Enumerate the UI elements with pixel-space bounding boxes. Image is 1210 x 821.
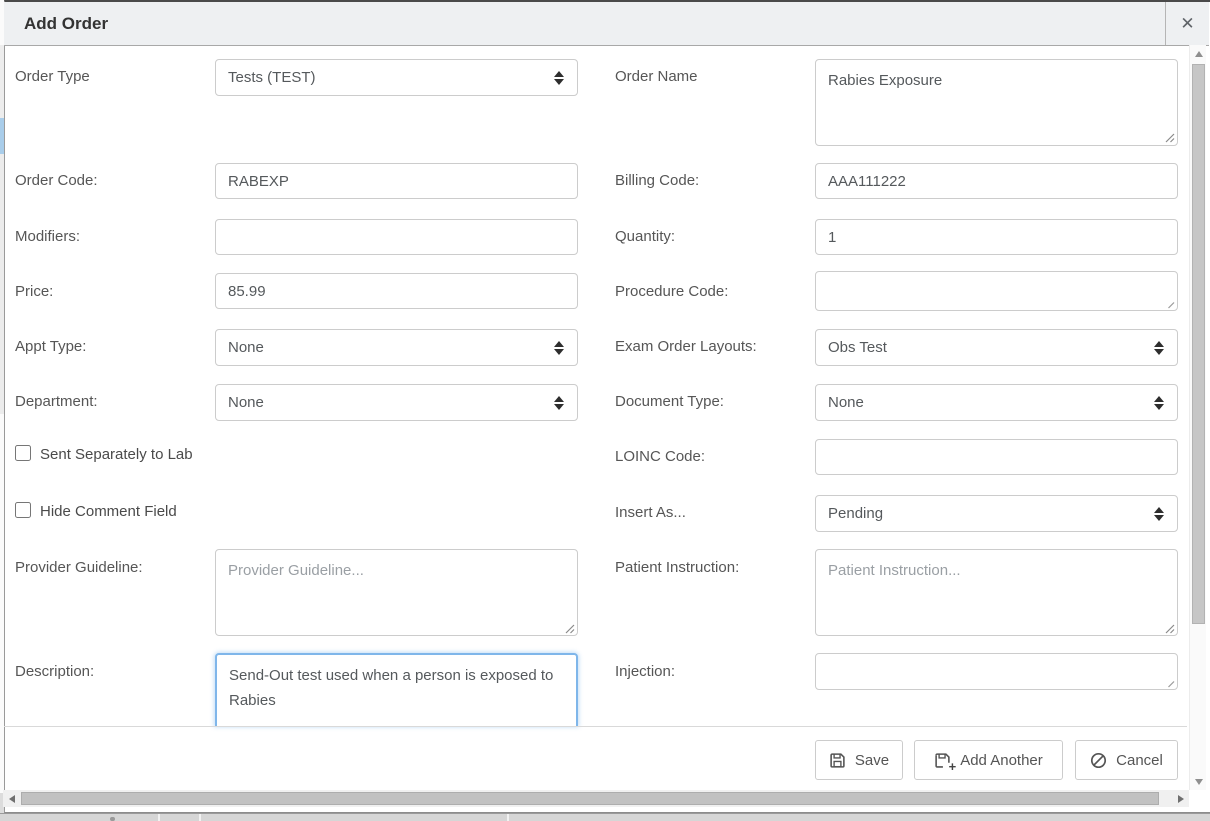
- hide-comment-label: Hide Comment Field: [40, 503, 177, 520]
- dialog-titlebar: Add Order ✕: [4, 2, 1209, 46]
- modifiers-input[interactable]: [215, 219, 578, 255]
- background-table-strip: [0, 813, 1210, 821]
- select-updown-icon: [554, 71, 564, 85]
- add-another-icon: +: [934, 752, 951, 769]
- exam-order-layouts-select[interactable]: Obs Test: [815, 329, 1178, 366]
- scroll-down-icon[interactable]: [1190, 773, 1207, 790]
- injection-label: Injection:: [615, 663, 675, 680]
- price-input[interactable]: [215, 273, 578, 309]
- order-code-label: Order Code:: [15, 172, 98, 189]
- exam-order-layouts-label: Exam Order Layouts:: [615, 338, 757, 355]
- plus-icon: +: [949, 760, 957, 773]
- scroll-up-icon[interactable]: [1190, 45, 1207, 62]
- document-type-select[interactable]: None: [815, 384, 1178, 421]
- order-type-value: Tests (TEST): [228, 69, 316, 86]
- billing-code-input[interactable]: [815, 163, 1178, 199]
- exam-order-layouts-value: Obs Test: [828, 339, 887, 356]
- order-name-textarea[interactable]: Rabies Exposure: [815, 59, 1178, 146]
- patient-instruction-textarea[interactable]: [815, 549, 1178, 636]
- quantity-label: Quantity:: [615, 228, 675, 245]
- billing-code-label: Billing Code:: [615, 172, 699, 189]
- modifiers-label: Modifiers:: [15, 228, 80, 245]
- loinc-code-input[interactable]: [815, 439, 1178, 475]
- footer-divider: [4, 726, 1187, 727]
- department-label: Department:: [15, 393, 98, 410]
- procedure-code-label: Procedure Code:: [615, 283, 728, 300]
- description-textarea[interactable]: Send-Out test used when a person is expo…: [215, 653, 578, 726]
- vertical-scrollbar-thumb[interactable]: [1192, 64, 1205, 624]
- sent-separately-label: Sent Separately to Lab: [40, 446, 193, 463]
- save-button[interactable]: Save: [815, 740, 903, 780]
- dialog-title: Add Order: [24, 2, 108, 45]
- table-glyph: [110, 817, 115, 821]
- injection-textarea[interactable]: [815, 653, 1178, 690]
- order-code-input[interactable]: [215, 163, 578, 199]
- order-type-label: Order Type: [15, 68, 90, 85]
- screen: Add Order ✕ Order Type Tests (TEST) Orde…: [0, 0, 1210, 821]
- add-another-button-label: Add Another: [960, 752, 1043, 769]
- cancel-button[interactable]: Cancel: [1075, 740, 1178, 780]
- cancel-button-label: Cancel: [1116, 752, 1163, 769]
- close-icon[interactable]: ✕: [1166, 2, 1209, 45]
- provider-guideline-label: Provider Guideline:: [15, 559, 143, 576]
- scroll-right-icon[interactable]: [1172, 790, 1189, 807]
- save-icon: [829, 752, 846, 769]
- add-another-button[interactable]: + Add Another: [914, 740, 1063, 780]
- department-select[interactable]: None: [215, 384, 578, 421]
- table-column-divider: [158, 814, 160, 821]
- appt-type-select[interactable]: None: [215, 329, 578, 366]
- select-updown-icon: [1154, 341, 1164, 355]
- document-type-label: Document Type:: [615, 393, 724, 410]
- provider-guideline-textarea[interactable]: [215, 549, 578, 636]
- horizontal-scrollbar[interactable]: [3, 790, 1189, 807]
- table-column-divider: [507, 814, 509, 821]
- document-type-value: None: [828, 394, 864, 411]
- select-updown-icon: [554, 341, 564, 355]
- table-column-divider: [199, 814, 201, 821]
- appt-type-label: Appt Type:: [15, 338, 86, 355]
- order-name-label: Order Name: [615, 68, 698, 85]
- scroll-left-icon[interactable]: [3, 790, 20, 807]
- select-updown-icon: [1154, 396, 1164, 410]
- hide-comment-checkbox[interactable]: [15, 502, 31, 518]
- price-label: Price:: [15, 283, 53, 300]
- cancel-icon: [1090, 752, 1107, 769]
- insert-as-value: Pending: [828, 505, 883, 522]
- select-updown-icon: [554, 396, 564, 410]
- save-button-label: Save: [855, 752, 889, 769]
- vertical-scrollbar[interactable]: [1189, 45, 1206, 790]
- loinc-code-label: LOINC Code:: [615, 448, 705, 465]
- procedure-code-textarea[interactable]: [815, 271, 1178, 311]
- order-type-select[interactable]: Tests (TEST): [215, 59, 578, 96]
- quantity-input[interactable]: [815, 219, 1178, 255]
- horizontal-scrollbar-thumb[interactable]: [21, 792, 1159, 805]
- description-label: Description:: [15, 663, 94, 680]
- insert-as-label: Insert As...: [615, 504, 686, 521]
- department-value: None: [228, 394, 264, 411]
- appt-type-value: None: [228, 339, 264, 356]
- select-updown-icon: [1154, 507, 1164, 521]
- patient-instruction-label: Patient Instruction:: [615, 559, 739, 576]
- sent-separately-checkbox[interactable]: [15, 445, 31, 461]
- insert-as-select[interactable]: Pending: [815, 495, 1178, 532]
